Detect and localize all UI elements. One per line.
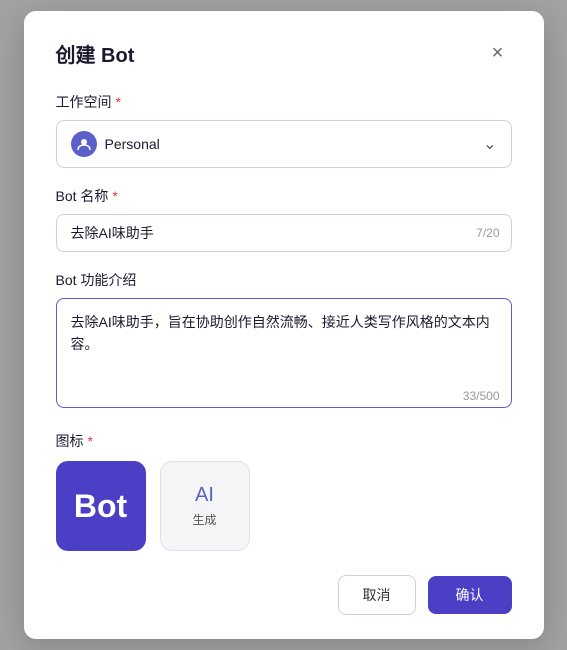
bot-description-label: Bot 功能介绍 bbox=[56, 270, 512, 290]
cancel-button[interactable]: 取消 bbox=[338, 575, 416, 615]
bot-description-textarea-wrapper: 去除AI味助手，旨在协助创作自然流畅、接近人类写作风格的文本内容。 33/500 bbox=[56, 298, 512, 413]
workspace-select-left: Personal bbox=[71, 131, 160, 157]
ai-generate-button[interactable]: AI 生成 bbox=[160, 461, 250, 551]
chevron-down-icon: ⌄ bbox=[483, 134, 496, 154]
icon-required-star: * bbox=[88, 433, 93, 449]
confirm-button[interactable]: 确认 bbox=[428, 576, 512, 614]
workspace-section: 工作空间 * Personal ⌄ bbox=[56, 92, 512, 168]
bot-name-input[interactable] bbox=[56, 214, 512, 252]
workspace-required-star: * bbox=[116, 94, 121, 110]
create-bot-modal: 创建 Bot × 工作空间 * Personal ⌄ bbox=[24, 11, 544, 639]
modal-header: 创建 Bot × bbox=[56, 39, 512, 68]
modal-overlay: 创建 Bot × 工作空间 * Personal ⌄ bbox=[0, 0, 567, 650]
bot-description-char-count: 33/500 bbox=[463, 389, 500, 403]
modal-title: 创建 Bot bbox=[56, 39, 135, 68]
workspace-value: Personal bbox=[105, 136, 160, 152]
icon-section: 图标 * Bot AI 生成 bbox=[56, 431, 512, 551]
bot-name-label: Bot 名称 * bbox=[56, 186, 512, 206]
bot-icon-selected[interactable]: Bot bbox=[56, 461, 146, 551]
ai-icon: AI bbox=[195, 484, 214, 507]
person-icon bbox=[77, 137, 91, 151]
workspace-select[interactable]: Personal ⌄ bbox=[56, 120, 512, 168]
ai-generate-label: 生成 bbox=[192, 511, 216, 528]
modal-footer: 取消 确认 bbox=[56, 575, 512, 615]
bot-name-char-count: 7/20 bbox=[476, 226, 499, 240]
bot-name-input-wrapper: 7/20 bbox=[56, 214, 512, 252]
bot-description-section: Bot 功能介绍 去除AI味助手，旨在协助创作自然流畅、接近人类写作风格的文本内… bbox=[56, 270, 512, 413]
bot-description-textarea[interactable]: 去除AI味助手，旨在协助创作自然流畅、接近人类写作风格的文本内容。 bbox=[56, 298, 512, 408]
bot-name-required-star: * bbox=[112, 188, 117, 204]
icon-label: 图标 * bbox=[56, 431, 512, 451]
bot-name-section: Bot 名称 * 7/20 bbox=[56, 186, 512, 252]
workspace-label: 工作空间 * bbox=[56, 92, 512, 112]
workspace-avatar bbox=[71, 131, 97, 157]
icon-options: Bot AI 生成 bbox=[56, 461, 512, 551]
close-button[interactable]: × bbox=[484, 40, 512, 68]
